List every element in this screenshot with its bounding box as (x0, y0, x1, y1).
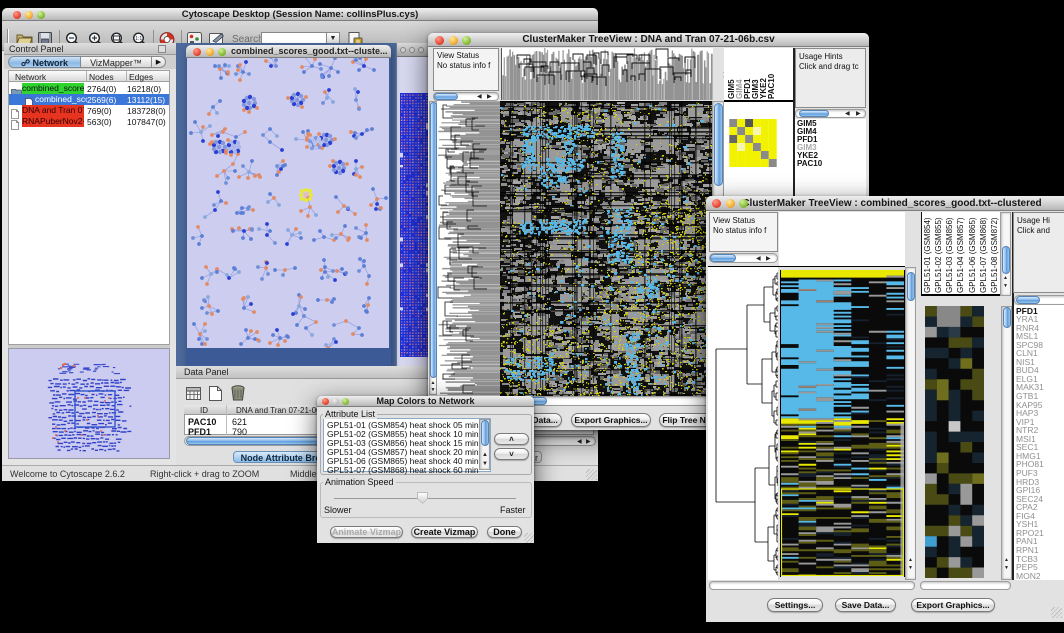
svg-text:1:1: 1:1 (135, 36, 142, 42)
